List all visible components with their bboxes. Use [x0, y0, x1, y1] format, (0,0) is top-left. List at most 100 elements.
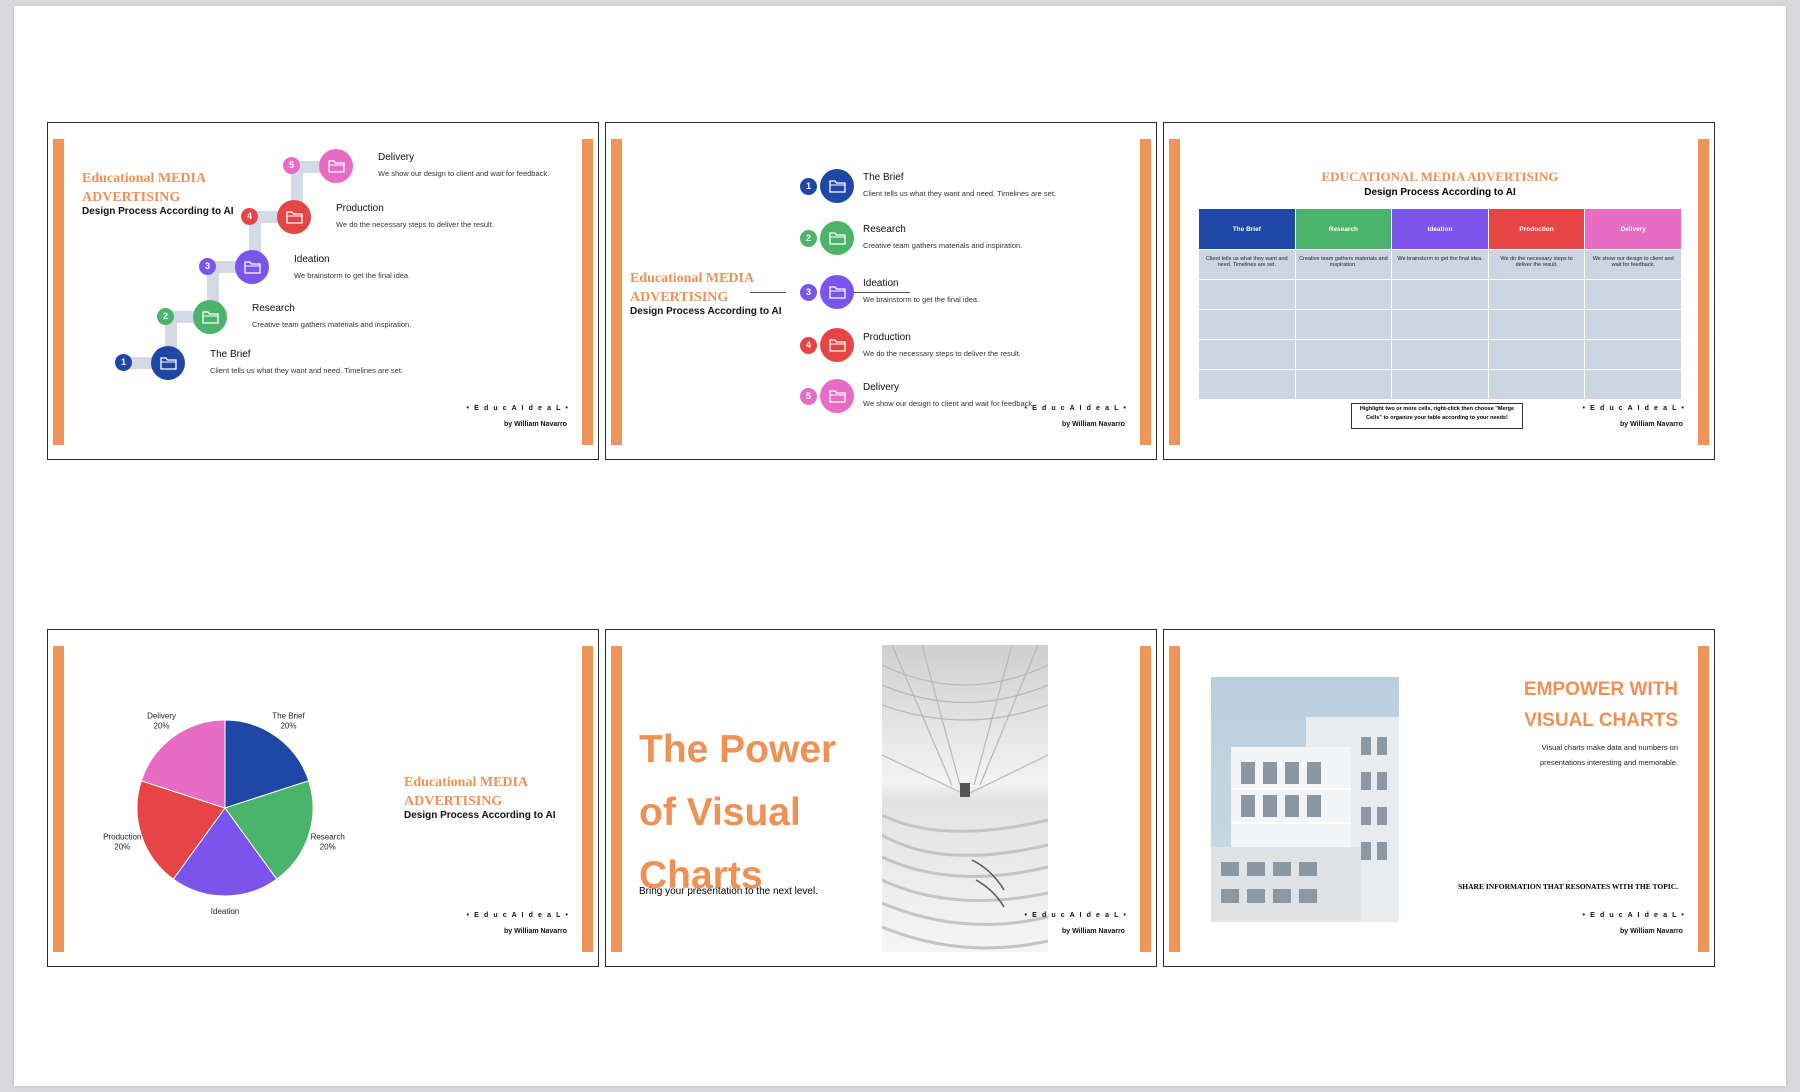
step-2-badge: 2 — [800, 230, 817, 247]
table-cell[interactable] — [1391, 339, 1489, 370]
table-cell[interactable] — [1198, 339, 1296, 370]
slide-2-vertical-list[interactable]: Educational MEDIA ADVERTISING Design Proc… — [605, 122, 1157, 460]
header-delivery[interactable]: Delivery — [1584, 208, 1682, 250]
table-cell[interactable] — [1391, 369, 1489, 400]
table-cell[interactable] — [1487, 279, 1586, 310]
step-3-badge: 3 — [199, 258, 216, 275]
brand-logo: • E d u c A I d e a L • — [1582, 405, 1686, 412]
table-cell[interactable] — [1391, 279, 1489, 310]
step-1-desc: Client tells us what they want and need.… — [210, 366, 404, 375]
slide-4-pie-chart[interactable]: The Brief20%Research20%Ideation20%Produc… — [47, 629, 599, 967]
step-3-title: Ideation — [863, 278, 899, 289]
step-4-circle[interactable] — [820, 328, 854, 362]
step-1-badge: 1 — [800, 178, 817, 195]
table-cell[interactable] — [1294, 309, 1393, 340]
folder-icon — [244, 261, 261, 274]
step-2-circle[interactable] — [193, 300, 227, 334]
pie-label: Production — [103, 832, 141, 841]
header-research[interactable]: Research — [1294, 208, 1393, 250]
table-cell[interactable]: We show our design to client and wait fo… — [1584, 249, 1682, 280]
step-1-circle[interactable] — [820, 169, 854, 203]
slide-title: Educational MEDIA ADVERTISING — [404, 775, 529, 809]
table-cell[interactable] — [1584, 279, 1682, 310]
header-brief[interactable]: The Brief — [1198, 208, 1296, 250]
folder-icon — [286, 211, 303, 224]
pie-value-label: 20% — [280, 722, 296, 731]
table-cell[interactable]: We brainstorm to get the final idea. — [1391, 249, 1489, 280]
table-row — [1198, 339, 1682, 370]
table-cell[interactable] — [1198, 279, 1296, 310]
table-cell[interactable] — [1584, 339, 1682, 370]
table-cell[interactable] — [1487, 369, 1586, 400]
table-cell[interactable] — [1294, 279, 1393, 310]
architecture-photo — [882, 645, 1048, 952]
step-2-desc: Creative team gathers materials and insp… — [252, 320, 412, 329]
step-3-desc: We brainstorm to get the final idea. — [863, 295, 980, 304]
pie-label: Research — [311, 832, 345, 841]
table-row — [1198, 369, 1682, 400]
step-1-badge: 1 — [115, 354, 132, 371]
table-cell[interactable]: Client tells us what they want and need.… — [1198, 249, 1296, 280]
step-3-badge: 3 — [800, 284, 817, 301]
pie-value-label: 20% — [320, 842, 336, 851]
connector-line — [846, 292, 910, 293]
step-5-desc: We show our design to client and wait fo… — [378, 169, 550, 178]
step-5-title: Delivery — [863, 382, 900, 393]
header-ideation[interactable]: Ideation — [1391, 208, 1489, 250]
table-cell[interactable] — [1294, 339, 1393, 370]
step-3-circle[interactable] — [235, 250, 269, 284]
slide-heading: EMPOWER WITH VISUAL CHARTS — [1523, 679, 1678, 731]
slide-6-empower[interactable]: EMPOWER WITH VISUAL CHARTS Visual charts… — [1163, 629, 1715, 967]
step-4-desc: We do the necessary steps to deliver the… — [863, 349, 1021, 358]
table-cell[interactable] — [1584, 309, 1682, 340]
process-table[interactable]: The Brief Research Ideation Production D… — [1198, 208, 1682, 400]
slide-1-staircase[interactable]: Educational MEDIA ADVERTISING Design Proc… — [47, 122, 599, 460]
folder-icon — [328, 160, 345, 173]
table-cell[interactable] — [1487, 309, 1586, 340]
step-4-circle[interactable] — [277, 200, 311, 234]
table-cell[interactable]: We do the necessary steps to deliver the… — [1487, 249, 1586, 280]
step-5-circle[interactable] — [319, 149, 353, 183]
author-byline: by William Navarro — [504, 928, 567, 935]
slide-title: EDUCATIONAL MEDIA ADVERTISING — [1321, 169, 1559, 184]
accent-bar-left — [53, 139, 64, 445]
slide-subtitle: Design Process According to AI — [82, 206, 234, 217]
step-3-circle[interactable] — [820, 275, 854, 309]
step-5-badge: 5 — [283, 157, 300, 174]
table-cell[interactable] — [1198, 369, 1296, 400]
step-2-circle[interactable] — [820, 221, 854, 255]
slide-3-table[interactable]: EDUCATIONAL MEDIA ADVERTISING Design Pro… — [1163, 122, 1715, 460]
brand-logo: • E d u c A I d e a L • — [466, 912, 570, 919]
pie-value-label: 20% — [154, 722, 170, 731]
author-byline: by William Navarro — [1062, 421, 1125, 428]
slide-subtitle: Design Process According to AI — [404, 810, 556, 821]
accent-bar-right — [1140, 139, 1151, 445]
step-5-circle[interactable] — [820, 379, 854, 413]
accent-bar-right — [1140, 646, 1151, 952]
table-cell[interactable] — [1198, 309, 1296, 340]
slide-heading: The Power of Visual Charts — [639, 728, 837, 897]
table-cell[interactable] — [1391, 309, 1489, 340]
step-4-badge: 4 — [241, 208, 258, 225]
table-cell[interactable]: Creative team gathers materials and insp… — [1294, 249, 1393, 280]
header-production[interactable]: Production — [1487, 208, 1586, 250]
brand-logo: • E d u c A I d e a L • — [1024, 912, 1128, 919]
table-cell[interactable] — [1487, 339, 1586, 370]
slide-title: Educational MEDIA ADVERTISING — [630, 271, 755, 305]
folder-icon — [829, 286, 846, 299]
slide-5-power-of-charts[interactable]: The Power of Visual Charts Bring your pr… — [605, 629, 1157, 967]
step-1-title: The Brief — [210, 349, 251, 360]
share-info-text: SHARE INFORMATION THAT RESONATES WITH TH… — [1458, 882, 1678, 891]
step-4-title: Production — [863, 332, 911, 343]
step-1-circle[interactable] — [151, 346, 185, 380]
step-5-title: Delivery — [378, 152, 415, 163]
pie-label: The Brief — [272, 712, 305, 721]
slide-tagline: Bring your presentation to the next leve… — [639, 886, 818, 897]
step-1-title: The Brief — [863, 172, 904, 183]
table-cell[interactable] — [1584, 369, 1682, 400]
brand-logo: • E d u c A I d e a L • — [1582, 912, 1686, 919]
step-3-desc: We brainstorm to get the final idea. — [294, 271, 411, 280]
step-1-desc: Client tells us what they want and need.… — [863, 189, 1057, 198]
brand-logo: • E d u c A I d e a L • — [466, 405, 570, 412]
table-cell[interactable] — [1294, 369, 1393, 400]
